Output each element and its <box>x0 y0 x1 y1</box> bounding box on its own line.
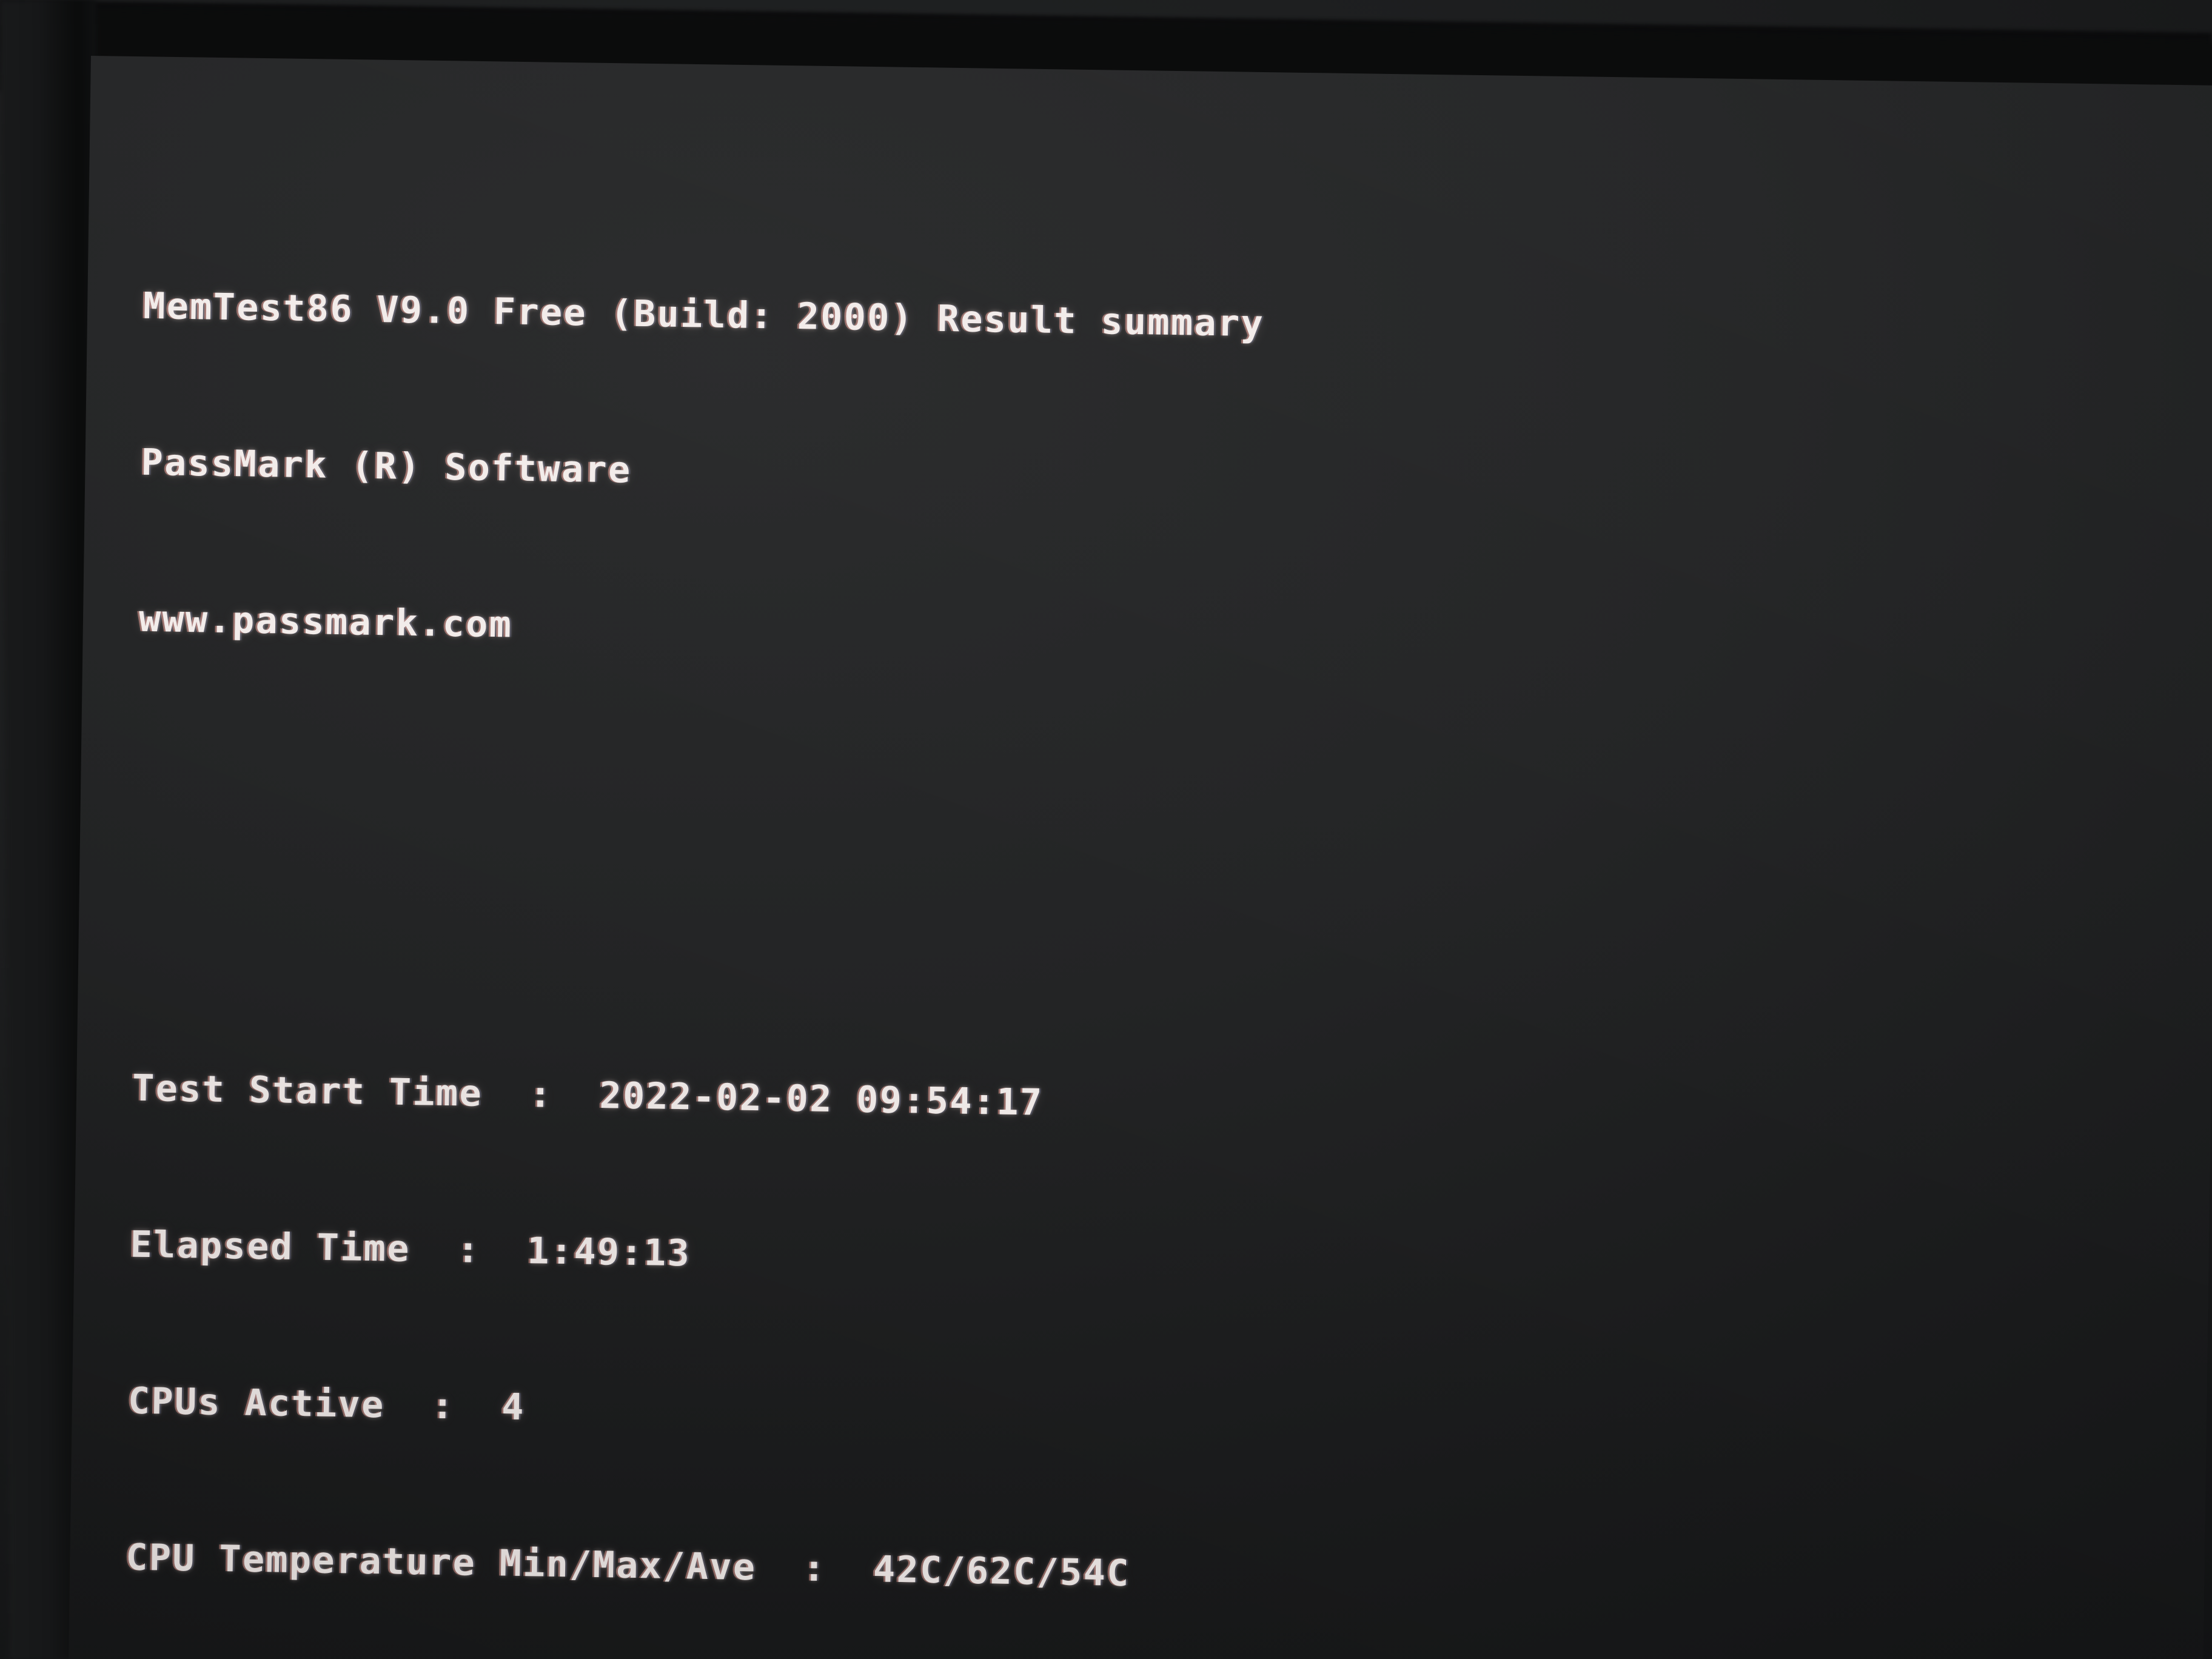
spacer-after-header <box>136 802 2186 886</box>
website-line: www.passmark.com <box>138 597 513 646</box>
row-cpus-active: CPUs Active : 4 <box>127 1379 526 1429</box>
row-test-start-time: Test Start Time : 2022-02-02 09:54:17 <box>132 1067 1044 1124</box>
memtest86-console: MemTest86 V9.0 Free (Build: 2000) Result… <box>96 72 2196 1659</box>
app-title-line: MemTest86 V9.0 Free (Build: 2000) Result… <box>142 284 1265 346</box>
row-cpu-temperature: CPU Temperature Min/Max/Ave : 42C/62C/54… <box>125 1536 1131 1595</box>
row-elapsed-time: Elapsed Time : 1:49:13 <box>130 1223 691 1275</box>
monitor-photo: MemTest86 V9.0 Free (Build: 2000) Result… <box>0 0 2212 1659</box>
lcd-screen: MemTest86 V9.0 Free (Build: 2000) Result… <box>68 56 2212 1659</box>
vendor-line: PassMark (R) Software <box>141 441 632 492</box>
